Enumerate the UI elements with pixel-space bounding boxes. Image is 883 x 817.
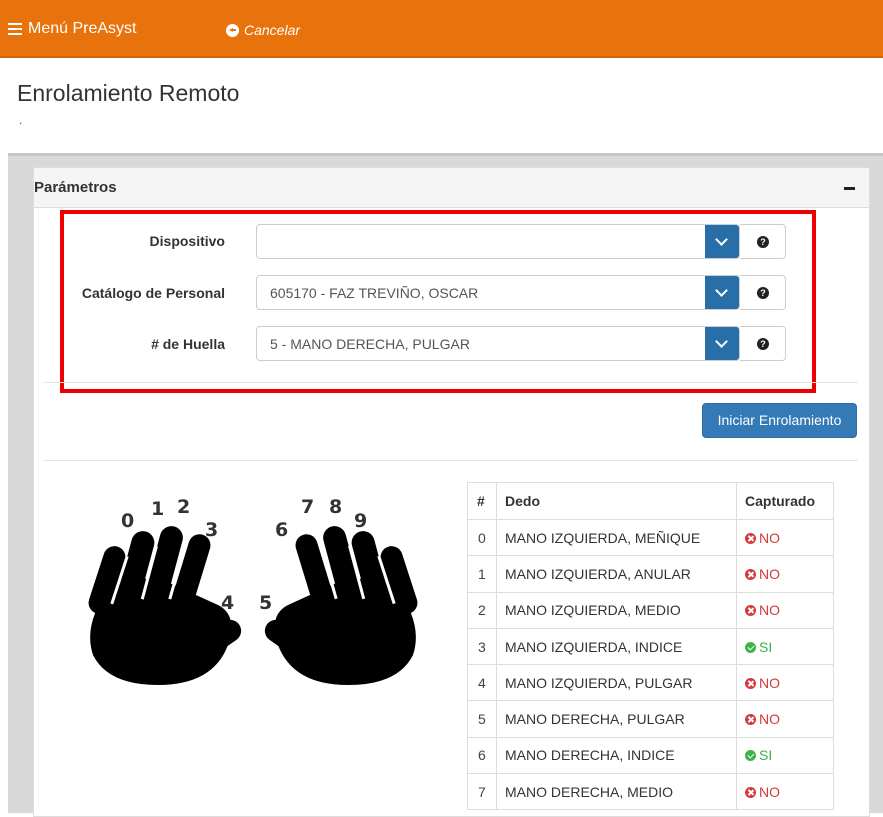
row-number: 2 [467,591,497,629]
highlight-box [60,210,816,393]
finger-number-8: 8 [329,496,343,518]
table-row: 1 MANO IZQUIERDA, ANULAR NO [467,555,834,593]
row-captured: NO [736,773,834,811]
divider [43,460,858,461]
row-captured: NO [736,664,834,702]
fingers-table: # Dedo Capturado 0 MANO IZQUIERDA, MEÑIQ… [467,482,834,811]
column-header-number: # [467,482,497,520]
column-header-finger: Dedo [496,482,737,520]
page-title: Enrolamiento Remoto [17,80,240,106]
finger-number-2: 2 [177,496,191,518]
menu-label: Menú PreAsyst [28,20,137,37]
row-finger: MANO DERECHA, MEDIO [496,773,737,811]
column-header-captured: Capturado [736,482,834,520]
times-circle-icon [745,568,756,580]
cancel-label: Cancelar [244,22,301,38]
row-finger: MANO DERECHA, INDICE [496,736,737,775]
panel-header: Parámetros [34,168,869,208]
row-finger: MANO IZQUIERDA, MEDIO [496,591,737,629]
table-row: 3 MANO IZQUIERDA, INDICE SI [467,627,834,666]
times-circle-icon [745,677,756,689]
row-number: 4 [467,664,497,702]
cancel-button[interactable]: Cancelar [226,22,300,38]
row-finger: MANO IZQUIERDA, ANULAR [496,555,737,593]
table-row: 2 MANO IZQUIERDA, MEDIO NO [467,591,834,629]
finger-number-6: 6 [275,519,289,541]
check-circle-icon [745,641,756,653]
row-captured: NO [736,591,834,629]
finger-number-9: 9 [354,510,368,532]
row-captured: NO [736,700,834,738]
table-row: 6 MANO DERECHA, INDICE SI [467,736,834,775]
finger-number-0: 0 [121,510,135,532]
table-row: 5 MANO DERECHA, PULGAR NO [467,700,834,738]
start-enrollment-button[interactable]: Iniciar Enrolamiento [702,403,857,438]
table-row: 0 MANO IZQUIERDA, MEÑIQUE NO [467,518,834,557]
row-finger: MANO IZQUIERDA, INDICE [496,627,737,666]
row-number: 7 [467,773,497,811]
page-subtitle: . [19,113,23,127]
times-circle-icon [745,714,756,726]
times-circle-icon [745,532,756,544]
menu-button[interactable]: Menú PreAsyst [8,20,136,38]
finger-number-4: 4 [221,592,235,614]
row-number: 1 [467,555,497,593]
divider [43,382,858,383]
hamburger-icon [8,23,22,35]
top-navbar: Menú PreAsyst Cancelar [0,0,883,58]
table-row: 4 MANO IZQUIERDA, PULGAR NO [467,664,834,702]
finger-number-5: 5 [259,592,273,614]
table-header-row: # Dedo Capturado [467,482,834,520]
finger-number-3: 3 [205,519,219,541]
row-number: 0 [467,518,497,557]
finger-number-7: 7 [301,496,315,518]
times-circle-icon [745,786,756,798]
arrow-left-circle-icon [226,23,239,37]
row-captured: NO [736,518,834,557]
row-captured: NO [736,555,834,593]
row-number: 6 [467,736,497,775]
row-finger: MANO IZQUIERDA, PULGAR [496,664,737,702]
row-captured: SI [736,736,834,775]
right-hand-icon [264,526,418,685]
table-row: 7 MANO DERECHA, MEDIO NO [467,773,834,811]
panel-title: Parámetros [34,179,117,196]
hands-illustration [88,526,418,685]
times-circle-icon [745,605,756,617]
finger-number-1: 1 [151,498,165,520]
row-finger: MANO IZQUIERDA, MEÑIQUE [496,518,737,557]
row-finger: MANO DERECHA, PULGAR [496,700,737,738]
check-circle-icon [745,750,756,762]
row-captured: SI [736,627,834,666]
collapse-icon[interactable] [844,187,855,190]
row-number: 3 [467,627,497,666]
row-number: 5 [467,700,497,738]
